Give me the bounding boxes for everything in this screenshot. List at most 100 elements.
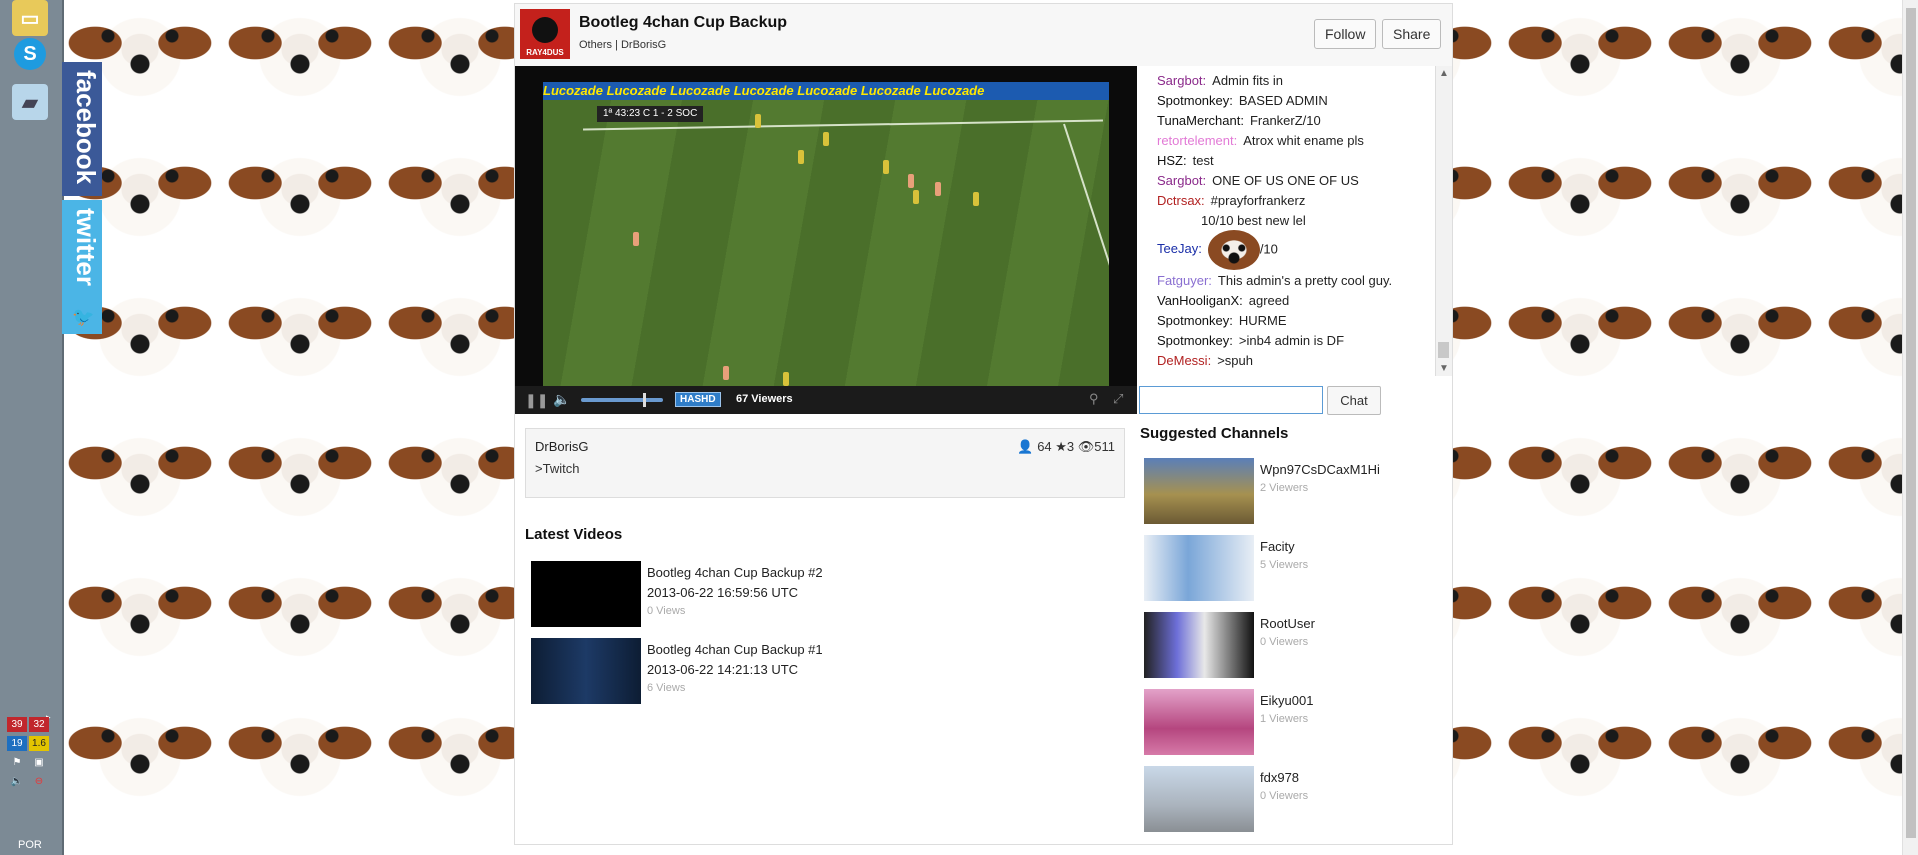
- channel-title: Bootleg 4chan Cup Backup: [579, 14, 788, 31]
- chat-username[interactable]: Sargbot:: [1157, 173, 1206, 188]
- chat-text: 10/10 best new lel: [1201, 213, 1306, 228]
- page-scrollbar[interactable]: [1902, 0, 1918, 855]
- channel-logo[interactable]: RAY4DUS: [520, 9, 570, 59]
- player-controls: ❚❚ 🔈 HASHD 67 Viewers ⚲ ⤢: [515, 386, 1137, 414]
- suggested-channel[interactable]: Wpn97CsDCaxM1Hi 2 Viewers: [1144, 458, 1434, 524]
- chat-text: HURME: [1238, 313, 1287, 328]
- chat-username[interactable]: Sargbot:: [1157, 73, 1206, 88]
- chat-username[interactable]: retortelement:: [1157, 133, 1237, 148]
- chat-username[interactable]: Spotmonkey:: [1157, 313, 1233, 328]
- twitter-bird-icon: 🐦: [72, 307, 95, 327]
- video-thumbnail[interactable]: [531, 638, 641, 704]
- language-indicator[interactable]: POR: [18, 839, 42, 851]
- suggested-channel[interactable]: Facity 5 Viewers: [1144, 535, 1434, 601]
- follow-button[interactable]: Follow: [1314, 19, 1377, 49]
- video-list-item[interactable]: Bootleg 4chan Cup Backup #2 2013-06-22 1…: [531, 561, 1111, 627]
- chat-message: HSZ: test: [1157, 153, 1214, 168]
- tray-counter-4[interactable]: 1.6: [29, 736, 49, 751]
- player: [883, 160, 889, 174]
- channel-name[interactable]: fdx978: [1260, 770, 1299, 785]
- system-tray: 39 32 19 1.6 ⚑ ▣ 🔈 ⊖: [6, 715, 58, 791]
- player: [935, 182, 941, 196]
- chat-message: Spotmonkey: HURME: [1157, 313, 1287, 328]
- volume-slider[interactable]: [581, 398, 663, 402]
- channel-thumbnail[interactable]: [1144, 612, 1254, 678]
- chat-input[interactable]: [1139, 386, 1323, 414]
- pause-icon[interactable]: ❚❚: [525, 392, 548, 409]
- volume-slider-handle[interactable]: [643, 393, 646, 407]
- network-icon[interactable]: ▣: [29, 755, 49, 770]
- video-date: 2013-06-22 14:21:13 UTC: [647, 662, 799, 677]
- taskbar: ▭ S ▰ ▸ 3932 191.6 ⚑▣ 🔈⊖ POR: [0, 0, 64, 855]
- chat-text: BASED ADMIN: [1238, 93, 1328, 108]
- scroll-down-icon[interactable]: ▼: [1439, 363, 1449, 374]
- latest-videos-title: Latest Videos: [525, 526, 623, 543]
- volume-icon[interactable]: 🔈: [553, 391, 570, 408]
- channel-name[interactable]: RootUser: [1260, 616, 1315, 631]
- channel-viewers: 0 Viewers: [1260, 790, 1309, 802]
- location-pin-icon[interactable]: ⚲: [1089, 391, 1099, 407]
- streamer-name[interactable]: DrBorisG: [535, 439, 588, 454]
- skype-icon[interactable]: S: [14, 38, 46, 70]
- suggested-channel[interactable]: Eikyu001 1 Viewers: [1144, 689, 1434, 755]
- chat-username[interactable]: Fatguyer:: [1157, 273, 1212, 288]
- notebook-icon[interactable]: ▰: [12, 84, 48, 120]
- quality-badge[interactable]: HASHD: [675, 392, 721, 407]
- chat-text: >spuh: [1217, 353, 1253, 368]
- tray-counter-3[interactable]: 19: [7, 736, 27, 751]
- video-title[interactable]: Bootleg 4chan Cup Backup #1: [647, 642, 823, 657]
- chat-username[interactable]: TeeJay:: [1157, 241, 1202, 256]
- page-scroll-thumb[interactable]: [1906, 8, 1916, 838]
- chat-scroll-thumb[interactable]: [1438, 342, 1449, 358]
- video-thumbnail[interactable]: [531, 561, 641, 627]
- tray-counter-1[interactable]: 39: [7, 717, 27, 732]
- channel-viewers: 2 Viewers: [1260, 482, 1309, 494]
- chat-username[interactable]: Spotmonkey:: [1157, 333, 1233, 348]
- stream-stats: 👤 64 ★3 👁511: [1017, 439, 1115, 454]
- share-button[interactable]: Share: [1382, 19, 1442, 49]
- video-title[interactable]: Bootleg 4chan Cup Backup #2: [647, 565, 823, 580]
- channel-thumbnail[interactable]: [1144, 535, 1254, 601]
- video-player[interactable]: Lucozade Lucozade Lucozade Lucozade Luco…: [515, 66, 1137, 414]
- folder-icon[interactable]: ▭: [12, 0, 48, 36]
- video-list-item[interactable]: Bootleg 4chan Cup Backup #1 2013-06-22 1…: [531, 638, 1111, 704]
- facebook-tab[interactable]: facebook: [62, 62, 102, 196]
- chat-message: Sargbot: Admin fits in: [1157, 73, 1283, 88]
- ad-board: Lucozade Lucozade Lucozade Lucozade Luco…: [543, 82, 1109, 100]
- twitter-tab[interactable]: twitter 🐦: [62, 200, 102, 334]
- flag-icon[interactable]: ⚑: [7, 755, 27, 770]
- speaker-icon[interactable]: 🔈: [7, 774, 27, 789]
- chat-text: This admin's a pretty cool guy.: [1217, 273, 1393, 288]
- chat-username[interactable]: DeMessi:: [1157, 353, 1211, 368]
- channel-name[interactable]: Facity: [1260, 539, 1295, 554]
- facebook-label: facebook: [71, 70, 101, 185]
- channel-thumbnail[interactable]: [1144, 689, 1254, 755]
- tray-counter-2[interactable]: 32: [29, 717, 49, 732]
- chat-username[interactable]: Spotmonkey:: [1157, 93, 1233, 108]
- chat-username[interactable]: VanHooliganX:: [1157, 293, 1243, 308]
- suggested-channel[interactable]: fdx978 0 Viewers: [1144, 766, 1434, 832]
- channel-thumbnail[interactable]: [1144, 458, 1254, 524]
- chat-scrollbar[interactable]: ▲ ▼: [1435, 66, 1452, 376]
- chat-message: 10/10 best new lel: [1201, 213, 1306, 228]
- twitter-label: twitter: [71, 208, 101, 286]
- channel-name[interactable]: Eikyu001: [1260, 693, 1313, 708]
- chat-message: VanHooliganX: agreed: [1157, 293, 1289, 308]
- channel-meta[interactable]: Others | DrBorisG: [579, 39, 666, 51]
- channel-thumbnail[interactable]: [1144, 766, 1254, 832]
- channel-viewers: 0 Viewers: [1260, 636, 1309, 648]
- chat-text: #prayforfrankerz: [1210, 193, 1306, 208]
- player: [633, 232, 639, 246]
- player: [913, 190, 919, 204]
- suggested-channel[interactable]: RootUser 0 Viewers: [1144, 612, 1434, 678]
- fullscreen-icon[interactable]: ⤢: [1113, 391, 1123, 407]
- chat-username[interactable]: TunaMerchant:: [1157, 113, 1244, 128]
- chat-text: Atrox whit ename pls: [1243, 133, 1364, 148]
- chat-message: TunaMerchant: FrankerZ/10: [1157, 113, 1321, 128]
- chat-send-button[interactable]: Chat: [1327, 386, 1381, 415]
- chat-username[interactable]: HSZ:: [1157, 153, 1187, 168]
- chat-username[interactable]: Dctrsax:: [1157, 193, 1205, 208]
- channel-name[interactable]: Wpn97CsDCaxM1Hi: [1260, 462, 1380, 477]
- blocked-icon[interactable]: ⊖: [29, 774, 49, 789]
- scroll-up-icon[interactable]: ▲: [1439, 68, 1449, 79]
